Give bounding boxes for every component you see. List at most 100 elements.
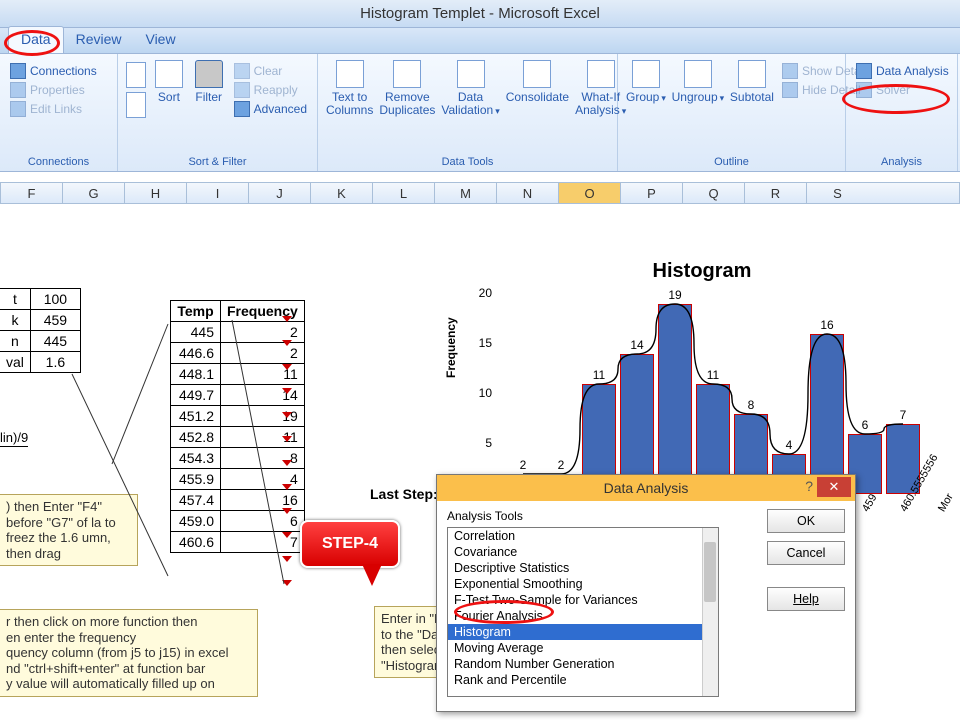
group-icon	[632, 60, 660, 88]
comment-indicator	[282, 436, 292, 442]
scrollbar[interactable]	[702, 528, 718, 696]
cell[interactable]: 446.6	[171, 343, 221, 364]
list-item[interactable]: Correlation	[448, 528, 718, 544]
column-header-I[interactable]: I	[186, 183, 248, 203]
cell[interactable]: 455.9	[171, 469, 221, 490]
cell[interactable]: 460.6	[171, 532, 221, 553]
list-item[interactable]: Histogram	[448, 624, 718, 640]
data-validation-button[interactable]: Data Validation	[441, 58, 499, 117]
cell[interactable]: 449.7	[171, 385, 221, 406]
column-header-K[interactable]: K	[310, 183, 372, 203]
column-header-R[interactable]: R	[744, 183, 806, 203]
ok-button[interactable]: OK	[767, 509, 845, 533]
cell[interactable]: 451.2	[171, 406, 221, 427]
list-item[interactable]: Moving Average	[448, 640, 718, 656]
y-tick: 10	[472, 386, 492, 400]
remove-duplicates-button[interactable]: Remove Duplicates	[379, 58, 435, 117]
cell[interactable]: val	[0, 352, 30, 373]
cancel-button[interactable]: Cancel	[767, 541, 845, 565]
list-item[interactable]: Covariance	[448, 544, 718, 560]
list-item[interactable]: Exponential Smoothing	[448, 576, 718, 592]
cell[interactable]: n	[0, 331, 30, 352]
data-analysis-icon	[856, 63, 872, 79]
tab-review[interactable]: Review	[64, 27, 134, 53]
connections-button[interactable]: Connections	[8, 62, 99, 80]
solver-button[interactable]: Solver	[854, 81, 951, 99]
chart-title: Histogram	[452, 258, 952, 283]
ungroup-icon	[684, 60, 712, 88]
clear-icon	[234, 63, 250, 79]
analysis-tools-list[interactable]: CorrelationCovarianceDescriptive Statist…	[447, 527, 719, 697]
cell[interactable]: 445	[171, 322, 221, 343]
cell[interactable]: 445	[30, 331, 80, 352]
sort-az-icon[interactable]	[126, 62, 146, 88]
links-icon	[10, 101, 26, 117]
advanced-icon	[234, 101, 250, 117]
cell[interactable]: 459.0	[171, 511, 221, 532]
left-summary-table: t100 k459 n445 val1.6	[0, 288, 81, 373]
column-header-O[interactable]: O	[558, 183, 620, 203]
column-header-M[interactable]: M	[434, 183, 496, 203]
last-step-label: Last Step:	[370, 486, 438, 502]
cell[interactable]: 454.3	[171, 448, 221, 469]
edit-links-button[interactable]: Edit Links	[8, 100, 99, 118]
group-button[interactable]: Group	[626, 58, 666, 104]
help-button[interactable]: Help	[767, 587, 845, 611]
dup-icon	[393, 60, 421, 88]
cell[interactable]: t	[0, 289, 30, 310]
note-freeze: ) then Enter "F4" before "G7" of la to f…	[0, 494, 138, 566]
reapply-button[interactable]: Reapply	[232, 81, 309, 99]
cell[interactable]: 459	[30, 310, 80, 331]
list-item[interactable]: Rank and Percentile	[448, 672, 718, 688]
data-analysis-button[interactable]: Data Analysis	[854, 62, 951, 80]
subtotal-button[interactable]: Subtotal	[730, 58, 774, 104]
dialog-close-button[interactable]: ✕	[817, 477, 851, 497]
list-item[interactable]: F-Test Two-Sample for Variances	[448, 592, 718, 608]
text-to-columns-button[interactable]: Text to Columns	[326, 58, 373, 117]
sort-button[interactable]: Sort	[152, 58, 186, 104]
y-tick: 5	[472, 436, 492, 450]
sort-za-icon[interactable]	[126, 92, 146, 118]
group-analysis: Analysis	[846, 154, 957, 171]
group-data-tools: Data Tools	[318, 154, 617, 171]
list-item[interactable]: Descriptive Statistics	[448, 560, 718, 576]
data-analysis-dialog: Data Analysis ? ✕ Analysis Tools Correla…	[436, 474, 856, 712]
list-item[interactable]: Random Number Generation	[448, 656, 718, 672]
column-header-L[interactable]: L	[372, 183, 434, 203]
column-header-P[interactable]: P	[620, 183, 682, 203]
tab-view[interactable]: View	[133, 27, 187, 53]
showdetail-icon	[782, 63, 798, 79]
cell[interactable]: 452.8	[171, 427, 221, 448]
list-item[interactable]: Fourier Analysis	[448, 608, 718, 624]
hidedetail-icon	[782, 82, 798, 98]
cell[interactable]: k	[0, 310, 30, 331]
consolidate-button[interactable]: Consolidate	[506, 58, 569, 104]
title-bar: Histogram Templet - Microsoft Excel	[0, 0, 960, 28]
column-header-Q[interactable]: Q	[682, 183, 744, 203]
clear-button[interactable]: Clear	[232, 62, 309, 80]
column-header-N[interactable]: N	[496, 183, 558, 203]
advanced-button[interactable]: Advanced	[232, 100, 309, 118]
column-header-F[interactable]: F	[0, 183, 62, 203]
column-header-S[interactable]: S	[806, 183, 868, 203]
cell[interactable]: 1.6	[30, 352, 80, 373]
ungroup-button[interactable]: Ungroup	[672, 58, 724, 104]
comment-indicator	[282, 556, 292, 562]
validation-icon	[457, 60, 485, 88]
tab-data[interactable]: Data	[8, 26, 64, 53]
cell[interactable]: 457.4	[171, 490, 221, 511]
comment-indicator	[282, 532, 292, 538]
cell[interactable]: 448.1	[171, 364, 221, 385]
column-header-J[interactable]: J	[248, 183, 310, 203]
worksheet[interactable]: t100 k459 n445 val1.6 lin)/9 TempFrequen…	[0, 204, 960, 720]
cell[interactable]: 100	[30, 289, 80, 310]
filter-button[interactable]: Filter	[192, 58, 226, 104]
column-header-H[interactable]: H	[124, 183, 186, 203]
dialog-title-bar[interactable]: Data Analysis ? ✕	[437, 475, 855, 501]
properties-button[interactable]: Properties	[8, 81, 99, 99]
ribbon: Connections Properties Edit Links Connec…	[0, 54, 960, 172]
consolidate-icon	[523, 60, 551, 88]
scroll-thumb[interactable]	[704, 542, 716, 602]
dialog-help-icon[interactable]: ?	[805, 478, 813, 494]
column-header-G[interactable]: G	[62, 183, 124, 203]
